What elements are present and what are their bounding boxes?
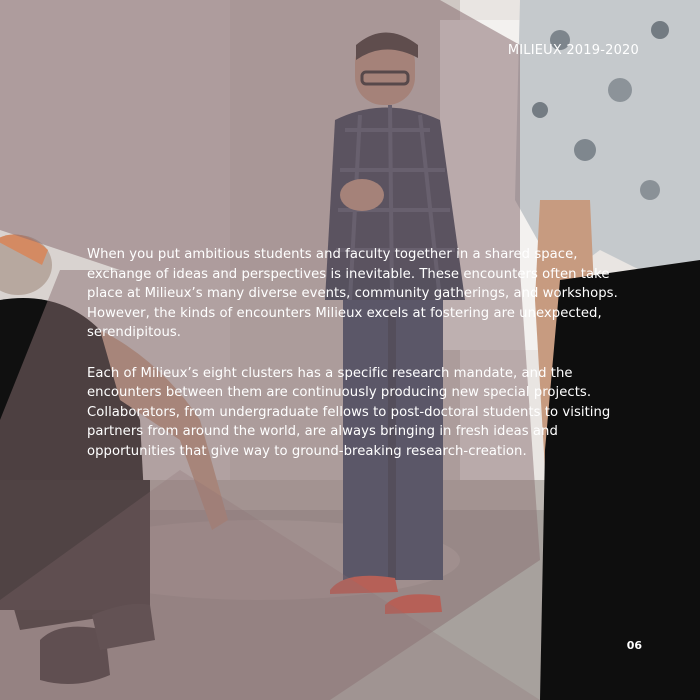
body-copy: When you put ambitious students and facu… [87,245,627,482]
publication-title: MILIEUX 2019-2020 [507,43,639,58]
paragraph-intro: When you put ambitious students and facu… [87,247,618,340]
page-number: 06 [626,639,642,652]
paragraph-clusters: Each of Milieux’s eight clusters has a s… [87,365,611,459]
brochure-page: MILIEUX 2019-2020 When you put ambitious… [0,0,700,700]
